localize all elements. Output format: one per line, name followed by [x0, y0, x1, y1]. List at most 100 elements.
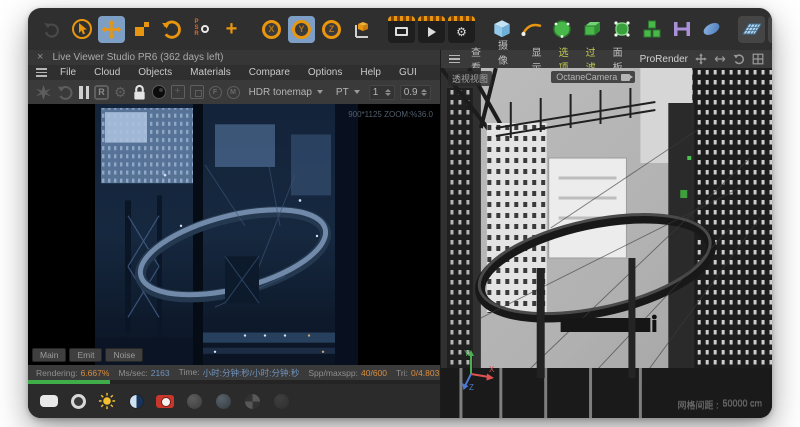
- channel-main-button[interactable]: Main: [32, 348, 66, 362]
- texture-environment-icon[interactable]: [67, 390, 89, 412]
- faint-sphere-icon[interactable]: [270, 390, 292, 412]
- close-icon[interactable]: ×: [37, 52, 43, 63]
- status-label: Ms/sec:: [118, 368, 147, 378]
- gray-sphere-icon[interactable]: [183, 390, 205, 412]
- field-gamma-value: 0.9: [404, 87, 418, 98]
- grid-spacing-value: 50000 cm: [722, 398, 762, 411]
- stepper-icon[interactable]: [385, 89, 391, 96]
- camera-icon[interactable]: [768, 16, 772, 43]
- kernel-dropdown[interactable]: PT: [332, 85, 364, 100]
- sky-ellipse-glyph: [702, 21, 722, 38]
- mix-sky-icon[interactable]: [125, 390, 147, 412]
- y-axis-lock-icon[interactable]: Y: [288, 16, 315, 43]
- toggle-view-icon[interactable]: [752, 53, 764, 65]
- sub-window-icon[interactable]: [190, 82, 204, 102]
- render-settings-icon[interactable]: ⚙: [448, 16, 475, 43]
- field-gamma[interactable]: 0.9: [400, 85, 431, 100]
- status-label: Spp/maxspp:: [308, 368, 358, 378]
- menu-gui[interactable]: GUI: [390, 67, 426, 78]
- dolly-view-icon[interactable]: [714, 53, 726, 65]
- menu-objects[interactable]: Objects: [129, 67, 181, 78]
- undo-arrow-glyph: [42, 19, 62, 39]
- scale-tool-icon[interactable]: [128, 16, 155, 43]
- axis-y-label: Y: [464, 349, 470, 358]
- hamburger-icon[interactable]: [449, 55, 460, 64]
- x-axis-lock-icon[interactable]: X: [258, 16, 285, 43]
- z-axis-lock-icon[interactable]: Z: [318, 16, 345, 43]
- channel-tabs: Main Emit Noise: [32, 348, 143, 362]
- hamburger-icon[interactable]: [36, 68, 47, 77]
- extrude-icon[interactable]: [578, 16, 605, 43]
- lock-resolution-icon[interactable]: [132, 82, 147, 102]
- chevron-down-icon: [317, 90, 323, 94]
- hdri-environment-icon[interactable]: [38, 390, 60, 412]
- viewport-canvas[interactable]: 透视视图 OctaneCamera Y X Z 网格: [441, 68, 772, 418]
- add-point-icon[interactable]: +: [218, 16, 245, 43]
- rotate-view-icon[interactable]: [733, 53, 745, 65]
- stepper-icon[interactable]: [421, 89, 427, 96]
- tonemap-value: HDR tonemap: [249, 87, 312, 98]
- region-render-icon[interactable]: R: [94, 82, 109, 102]
- blue-sphere-icon[interactable]: [212, 390, 234, 412]
- coord-system-icon[interactable]: [348, 16, 375, 43]
- render-picture-viewer-icon[interactable]: [418, 16, 445, 43]
- subdivision-sphere-icon[interactable]: [548, 16, 575, 43]
- move-tool-icon[interactable]: [98, 16, 125, 43]
- menu-cloud[interactable]: Cloud: [85, 67, 129, 78]
- floor-icon[interactable]: [738, 16, 765, 43]
- sphere-glyph: [216, 394, 231, 409]
- movie-camera-glyph: [771, 18, 773, 40]
- field-one[interactable]: 1: [369, 85, 395, 100]
- clay-mode-icon[interactable]: [152, 82, 166, 102]
- restart-render-icon[interactable]: [57, 82, 74, 102]
- gear-glyph: ⚙: [456, 26, 467, 38]
- tonemap-dropdown[interactable]: HDR tonemap: [245, 85, 327, 100]
- status-value: 6.667%: [81, 368, 110, 378]
- live-viewer-titlebar: × Live Viewer Studio PR6 (362 days left): [28, 50, 440, 65]
- undo-icon[interactable]: [38, 16, 65, 43]
- gear-glyph: ⚙: [114, 85, 127, 99]
- camera-badge-label: OctaneCamera: [556, 72, 617, 82]
- live-selection-icon[interactable]: [68, 16, 95, 43]
- clapper-glyph: [395, 27, 408, 36]
- chevron-down-icon: [354, 90, 360, 94]
- vp-menu-prorender[interactable]: ProRender: [633, 54, 695, 65]
- checker-glyph: [245, 394, 260, 409]
- channel-noise-button[interactable]: Noise: [105, 348, 143, 362]
- render-canvas[interactable]: 900*1125 ZOOM:%36.0 Main Emit Noise: [28, 104, 440, 365]
- channel-emit-button[interactable]: Emit: [69, 348, 102, 362]
- menu-options[interactable]: Options: [299, 67, 351, 78]
- live-viewer-window: × Live Viewer Studio PR6 (362 days left)…: [28, 50, 440, 418]
- menu-help[interactable]: Help: [351, 67, 390, 78]
- three-cubes-glyph: [641, 18, 663, 40]
- checker-sphere-icon[interactable]: [241, 390, 263, 412]
- psr-tool-icon[interactable]: PSR: [188, 16, 215, 43]
- deformer-icon[interactable]: [668, 16, 695, 43]
- menu-materials[interactable]: Materials: [181, 67, 240, 78]
- live-viewer-menubar: File Cloud Objects Materials Compare Opt…: [28, 65, 440, 80]
- cloner-icon[interactable]: [638, 16, 665, 43]
- render-status-bar: Rendering:6.667% Ms/sec:2163 Time:小时:分钟:…: [28, 365, 440, 380]
- refresh-glyph: [57, 84, 74, 101]
- octane-camera-icon[interactable]: [154, 390, 176, 412]
- octane-camera-badge[interactable]: OctaneCamera: [551, 71, 635, 83]
- axis-z-label: Z: [469, 383, 474, 392]
- dark-sphere-glyph: [152, 85, 166, 99]
- menu-file[interactable]: File: [51, 67, 85, 78]
- viewer-settings-icon[interactable]: ⚙: [114, 82, 127, 102]
- rotate-tool-icon[interactable]: [158, 16, 185, 43]
- material-picker-icon[interactable]: M: [227, 82, 240, 102]
- environment-icon[interactable]: [698, 16, 725, 43]
- pan-view-icon[interactable]: [695, 53, 707, 65]
- menu-compare[interactable]: Compare: [240, 67, 299, 78]
- focus-picker-icon[interactable]: F: [209, 82, 222, 102]
- viewport-nav-icons: [695, 53, 764, 65]
- pause-render-icon[interactable]: [79, 82, 89, 102]
- octane-logo-icon[interactable]: [35, 82, 52, 102]
- live-viewer-toolbar: R ⚙ +: [28, 80, 440, 104]
- pick-region-icon[interactable]: +: [171, 82, 185, 102]
- render-view-icon[interactable]: [388, 16, 415, 43]
- green-box-glyph: [581, 18, 603, 40]
- daylight-icon[interactable]: [96, 390, 118, 412]
- subdivision-surface-icon[interactable]: [608, 16, 635, 43]
